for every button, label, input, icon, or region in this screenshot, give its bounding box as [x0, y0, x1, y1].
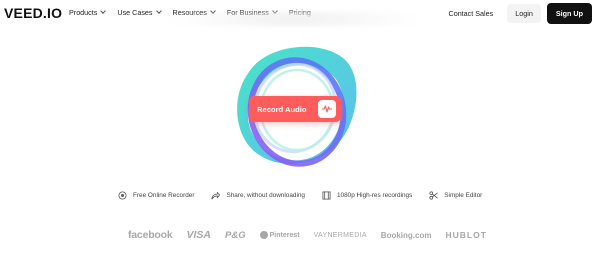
nav-actions: Contact Sales Login Sign Up — [449, 3, 592, 24]
chevron-down-icon — [155, 8, 162, 14]
vaynermedia-logo: VAYNERMEDIA — [313, 231, 367, 239]
facebook-logo: facebook — [128, 229, 173, 241]
signup-button[interactable]: Sign Up — [546, 3, 592, 24]
record-audio-label: Record Audio — [257, 104, 307, 114]
menu-products-label: Products — [69, 8, 98, 17]
feature-share: Share, without downloading — [211, 191, 305, 200]
pinterest-logo: Pinterest — [259, 231, 300, 239]
film-icon — [322, 191, 331, 200]
menu-use-cases-label: Use Cases — [117, 8, 153, 17]
menu-use-cases[interactable]: Use Cases — [117, 8, 162, 17]
feature-label: 1080p High-res recordings — [336, 192, 413, 199]
feature-1080p: 1080p High-res recordings — [322, 191, 412, 200]
recorder-icon — [118, 191, 127, 200]
feature-label: Free Online Recorder — [133, 192, 195, 199]
veed-logo[interactable]: VEED.IO — [4, 5, 62, 21]
pinterest-wordmark: Pinterest — [269, 231, 300, 239]
hublot-logo: HUBLOT — [445, 230, 487, 240]
feature-label: Simple Editor — [444, 192, 483, 199]
scissors-icon — [429, 191, 439, 200]
share-icon — [211, 191, 221, 200]
record-audio-button[interactable]: Record Audio — [249, 96, 341, 122]
pg-logo: P&G — [225, 229, 246, 241]
login-button[interactable]: Login — [507, 4, 541, 23]
visa-logo: VISA — [186, 229, 212, 241]
waveform-icon — [318, 100, 336, 118]
feature-list: Free Online Recorder Share, without down… — [118, 191, 482, 200]
contact-sales-link[interactable]: Contact Sales — [449, 9, 494, 18]
customer-logos: facebook VISA P&G Pinterest VAYNERMEDIA … — [128, 229, 487, 241]
pinterest-icon — [259, 231, 268, 239]
faded-heading-remnant — [170, 12, 420, 26]
menu-products[interactable]: Products — [69, 8, 107, 17]
booking-logo: Booking.com — [380, 230, 432, 240]
feature-simple-editor: Simple Editor — [429, 191, 482, 200]
feature-label: Share, without downloading — [226, 192, 305, 199]
feature-free-online-recorder: Free Online Recorder — [118, 191, 194, 200]
chevron-down-icon — [100, 8, 107, 14]
